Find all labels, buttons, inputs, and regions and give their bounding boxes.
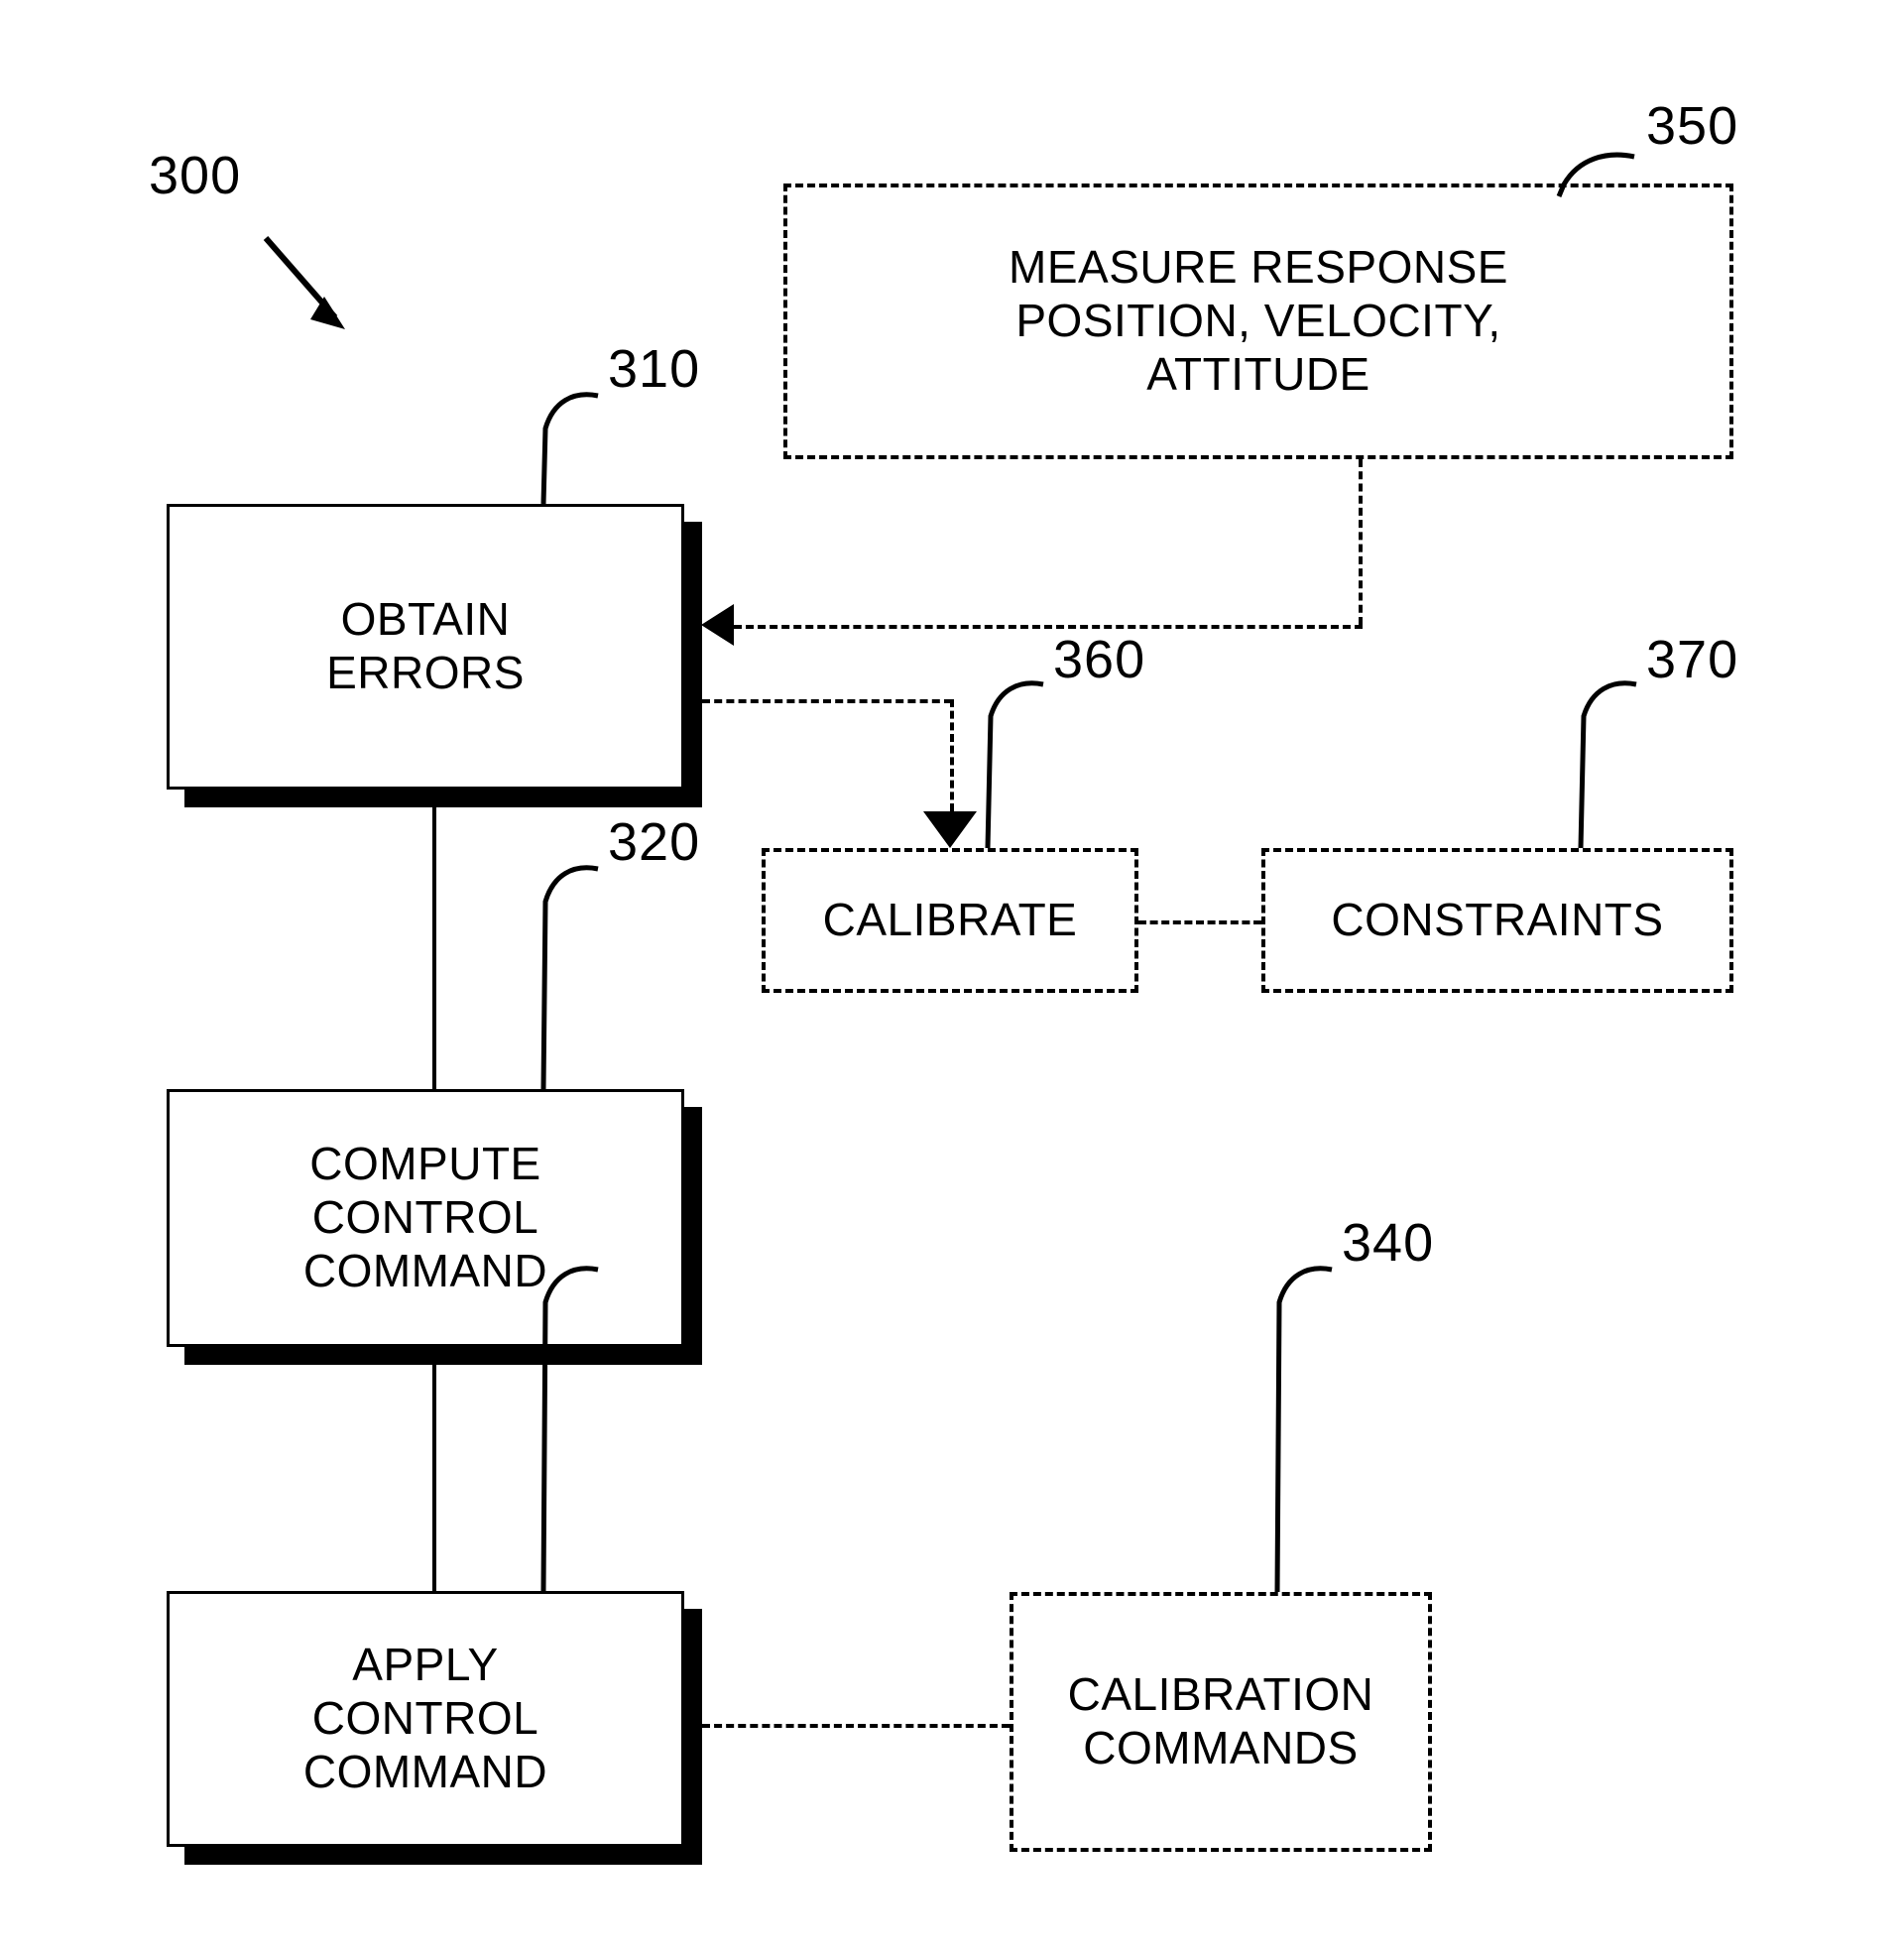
node-measure-response-label: MEASURE RESPONSE POSITION, VELOCITY, ATT… [1009,241,1508,400]
leader-line-360 [985,680,1044,849]
node-measure-response: MEASURE RESPONSE POSITION, VELOCITY, ATT… [783,183,1733,459]
node-compute-control-command: COMPUTE CONTROL COMMAND [167,1089,684,1347]
node-compute-control-command-label: COMPUTE CONTROL COMMAND [302,1138,548,1296]
node-constraints-label: CONSTRAINTS [1331,894,1664,946]
patent-figure-300: 300 350 310 360 370 320 330 340 MEASURE … [0,0,1904,1954]
node-calibrate-label: CALIBRATE [822,894,1078,946]
node-apply-control-command: APPLY CONTROL COMMAND [167,1591,684,1847]
arrowhead-into-calibrate [923,811,977,848]
ref-numeral-340: 340 [1342,1213,1435,1273]
leader-line-340 [1274,1266,1333,1593]
node-obtain-errors: OBTAIN ERRORS [167,504,684,790]
node-constraints: CONSTRAINTS [1261,848,1733,993]
connector-calibrate-to-constraints [1138,920,1261,924]
node-calibrate: CALIBRATE [762,848,1138,993]
connector-measure-to-obtain-horizontal [734,625,1363,629]
connector-obtain-to-calibrate-horizontal [702,699,952,703]
node-obtain-errors-label: OBTAIN ERRORS [326,593,525,698]
ref-numeral-360: 360 [1053,630,1146,689]
connector-apply-to-calibration-commands [702,1724,1010,1728]
connector-obtain-to-compute [432,790,436,1089]
node-calibration-commands: CALIBRATION COMMANDS [1010,1592,1432,1852]
leader-line-320 [540,865,599,1090]
connector-compute-to-apply [432,1347,436,1591]
connector-measure-to-obtain-vertical [1359,459,1363,625]
ref-numeral-320: 320 [608,812,701,872]
leader-line-310 [540,392,599,505]
node-calibration-commands-label: CALIBRATION COMMANDS [1067,1668,1374,1773]
ref-numeral-370: 370 [1646,630,1739,689]
ref-numeral-350: 350 [1646,96,1739,156]
connector-obtain-to-calibrate-vertical [950,699,954,811]
arrowhead-into-obtain-errors [701,604,734,646]
figure-number-300-pointer [263,236,345,329]
leader-line-370 [1578,680,1637,849]
figure-number-300: 300 [149,146,242,205]
ref-numeral-310: 310 [608,339,701,399]
node-apply-control-command-label: APPLY CONTROL COMMAND [302,1639,548,1797]
